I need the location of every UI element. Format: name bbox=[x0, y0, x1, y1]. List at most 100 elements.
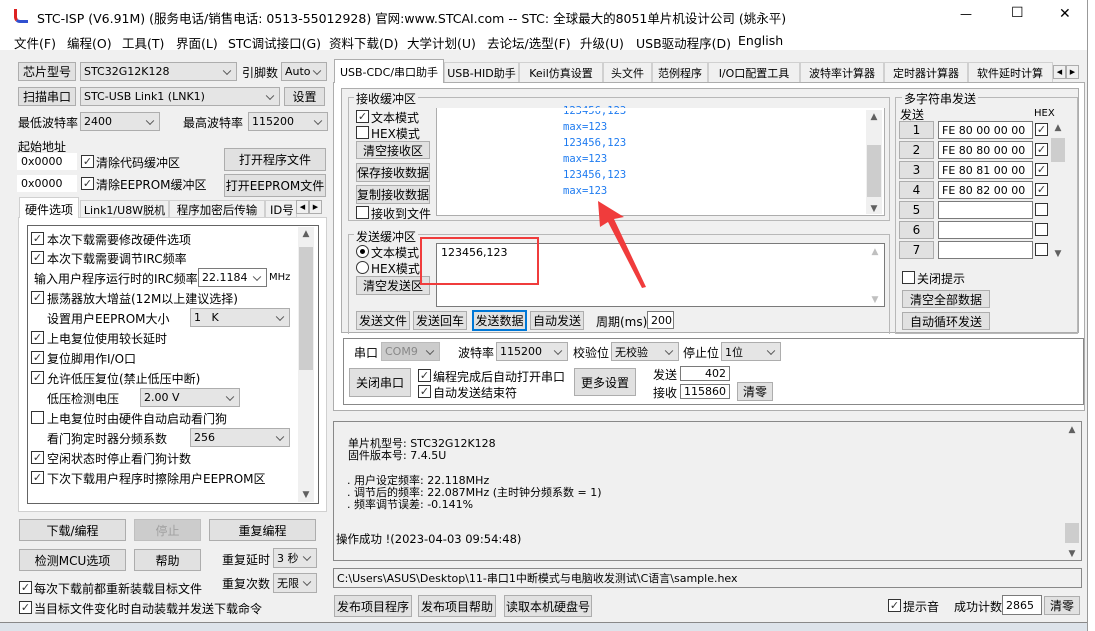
download-program-button[interactable]: 下载/编程 bbox=[19, 519, 126, 541]
settings-button[interactable]: 设置 bbox=[284, 87, 325, 106]
stop-button[interactable]: 停止 bbox=[134, 519, 201, 541]
menu-program[interactable]: 编程(O) bbox=[67, 33, 112, 52]
option-checkbox[interactable]: ✓ bbox=[31, 331, 44, 344]
repeat-count-select[interactable]: 无限 bbox=[273, 573, 317, 593]
multi-hex-checkbox-7[interactable] bbox=[1035, 243, 1048, 256]
tab-scroll-left-icon[interactable]: ◀ bbox=[296, 200, 309, 214]
close-button[interactable]: ✕ bbox=[1059, 6, 1071, 22]
clear-code-checkbox[interactable]: ✓ bbox=[81, 155, 94, 168]
low-voltage-select[interactable]: 2.00 V bbox=[140, 388, 240, 407]
tab-encrypted-transfer[interactable]: 程序加密后传输 bbox=[169, 200, 265, 217]
menu-file[interactable]: 文件(F) bbox=[14, 33, 56, 52]
max-baud-select[interactable]: 115200 bbox=[248, 112, 328, 131]
multi-hex-checkbox-3[interactable]: ✓ bbox=[1035, 163, 1048, 176]
multi-hex-checkbox-6[interactable] bbox=[1035, 223, 1048, 236]
eeprom-size-select[interactable]: 1 K bbox=[190, 308, 290, 327]
tab-usb-hid[interactable]: USB-HID助手 bbox=[444, 62, 519, 82]
multi-string-input-7[interactable] bbox=[938, 241, 1033, 259]
repeat-delay-select[interactable]: 3 秒 bbox=[273, 548, 317, 568]
tab-delay-calculator[interactable]: 软件延时计算 bbox=[968, 62, 1053, 82]
multi-hex-checkbox-1[interactable]: ✓ bbox=[1035, 123, 1048, 136]
read-disk-id-button[interactable]: 读取本机硬盘号 bbox=[504, 595, 592, 617]
tab-id[interactable]: ID号 bbox=[265, 200, 297, 217]
stop-bits-select[interactable]: 1位 bbox=[721, 342, 781, 361]
send-text-mode-radio[interactable] bbox=[356, 245, 369, 258]
multi-send-button-2[interactable]: 2 bbox=[899, 141, 934, 159]
parity-select[interactable]: 无校验 bbox=[611, 342, 679, 361]
sound-checkbox[interactable]: ✓ bbox=[888, 599, 901, 612]
receive-text-area[interactable] bbox=[436, 108, 885, 216]
multi-send-button-5[interactable]: 5 bbox=[899, 201, 934, 219]
min-baud-select[interactable]: 2400 bbox=[80, 112, 160, 131]
eeprom-address-input[interactable]: 0x0000 bbox=[17, 175, 77, 192]
menu-usb-driver[interactable]: USB驱动程序(D) bbox=[636, 33, 731, 52]
multi-send-button-6[interactable]: 6 bbox=[899, 221, 934, 239]
send-file-button[interactable]: 发送文件 bbox=[356, 311, 410, 330]
multi-string-input-1[interactable]: FE 80 00 00 00 bbox=[938, 121, 1033, 139]
option-checkbox[interactable]: ✓ bbox=[31, 251, 44, 264]
multi-string-input-6[interactable] bbox=[938, 221, 1033, 239]
multi-send-button-3[interactable]: 3 bbox=[899, 161, 934, 179]
receive-text-mode-checkbox[interactable]: ✓ bbox=[356, 110, 369, 123]
help-button[interactable]: 帮助 bbox=[134, 549, 201, 571]
baud-rate-select[interactable]: 115200 bbox=[496, 342, 568, 361]
minimize-button[interactable]: — bbox=[960, 7, 972, 21]
detect-mcu-button[interactable]: 检测MCU选项 bbox=[19, 549, 126, 571]
send-data-button[interactable]: 发送数据 bbox=[472, 310, 527, 331]
scan-port-button[interactable]: 扫描串口 bbox=[18, 87, 76, 106]
output-scrollbar[interactable]: ▲ ▼ bbox=[1064, 423, 1080, 559]
repeat-program-button[interactable]: 重复编程 bbox=[209, 519, 316, 541]
option-checkbox[interactable]: ✓ bbox=[31, 232, 44, 245]
multi-hex-checkbox-5[interactable] bbox=[1035, 203, 1048, 216]
clear-receive-button[interactable]: 清空接收区 bbox=[356, 141, 430, 159]
close-tip-checkbox[interactable] bbox=[902, 271, 915, 284]
chip-model-select[interactable]: STC32G12K128 bbox=[80, 62, 237, 81]
menu-tools[interactable]: 工具(T) bbox=[122, 33, 164, 52]
pins-select[interactable]: Auto bbox=[281, 62, 327, 81]
multi-string-input-5[interactable] bbox=[938, 201, 1033, 219]
multi-send-button-1[interactable]: 1 bbox=[899, 121, 934, 139]
option-checkbox[interactable]: ✓ bbox=[31, 351, 44, 364]
close-port-button[interactable]: 关闭串口 bbox=[349, 368, 411, 397]
period-input[interactable]: 200 bbox=[647, 311, 674, 329]
option-checkbox[interactable]: ✓ bbox=[31, 291, 44, 304]
option-checkbox[interactable] bbox=[31, 411, 44, 424]
multi-hex-checkbox-2[interactable]: ✓ bbox=[1035, 143, 1048, 156]
option-checkbox[interactable]: ✓ bbox=[31, 451, 44, 464]
code-address-input[interactable]: 0x0000 bbox=[17, 153, 77, 170]
auto-end-char-checkbox[interactable]: ✓ bbox=[418, 385, 431, 398]
tab-serial-assistant[interactable]: USB-CDC/串口助手 bbox=[334, 59, 444, 83]
tab-baud-calculator[interactable]: 波特率计算器 bbox=[800, 62, 884, 82]
send-scrollbar[interactable]: ▲ ▼ bbox=[867, 245, 883, 305]
option-checkbox[interactable]: ✓ bbox=[31, 371, 44, 384]
menu-interface[interactable]: 界面(L) bbox=[176, 33, 218, 52]
publish-help-button[interactable]: 发布项目帮助 bbox=[418, 595, 496, 617]
auto-loop-send-button[interactable]: 自动循环发送 bbox=[902, 312, 990, 330]
send-enter-button[interactable]: 发送回车 bbox=[413, 311, 467, 330]
menu-debug[interactable]: STC调试接口(G) bbox=[228, 33, 321, 52]
menu-english[interactable]: English bbox=[738, 33, 783, 48]
multi-string-input-2[interactable]: FE 80 80 00 00 bbox=[938, 141, 1033, 159]
auto-open-port-checkbox[interactable]: ✓ bbox=[418, 369, 431, 382]
open-program-button[interactable]: 打开程序文件 bbox=[224, 148, 326, 171]
clear-send-button[interactable]: 清空发送区 bbox=[356, 276, 430, 295]
clear-success-count-button[interactable]: 清零 bbox=[1044, 596, 1080, 615]
tab-link1-offline[interactable]: Link1/U8W脱机 bbox=[80, 200, 169, 217]
auto-load-checkbox[interactable]: ✓ bbox=[19, 601, 32, 614]
option-checkbox[interactable]: ✓ bbox=[31, 471, 44, 484]
tab-scroll-right-icon[interactable]: ▶ bbox=[309, 200, 322, 214]
menu-download[interactable]: 资料下载(D) bbox=[329, 33, 398, 52]
publish-program-button[interactable]: 发布项目程序 bbox=[334, 595, 412, 617]
irc-frequency-select[interactable]: 22.1184 bbox=[198, 268, 267, 287]
reload-file-checkbox[interactable]: ✓ bbox=[19, 581, 32, 594]
receive-hex-mode-checkbox[interactable] bbox=[356, 126, 369, 139]
more-settings-button[interactable]: 更多设置 bbox=[574, 368, 636, 396]
multi-hex-checkbox-4[interactable]: ✓ bbox=[1035, 183, 1048, 196]
tab-hardware-options[interactable]: 硬件选项 bbox=[19, 197, 79, 218]
options-scrollbar[interactable]: ▲ ▼ bbox=[298, 227, 314, 502]
menu-forum[interactable]: 去论坛/选型(F) bbox=[487, 33, 571, 52]
receive-scrollbar[interactable]: ▲ ▼ bbox=[866, 110, 882, 214]
menu-university[interactable]: 大学计划(U) bbox=[407, 33, 476, 52]
com-port-select[interactable]: COM9 bbox=[381, 342, 440, 361]
receive-to-file-checkbox[interactable] bbox=[356, 206, 369, 219]
